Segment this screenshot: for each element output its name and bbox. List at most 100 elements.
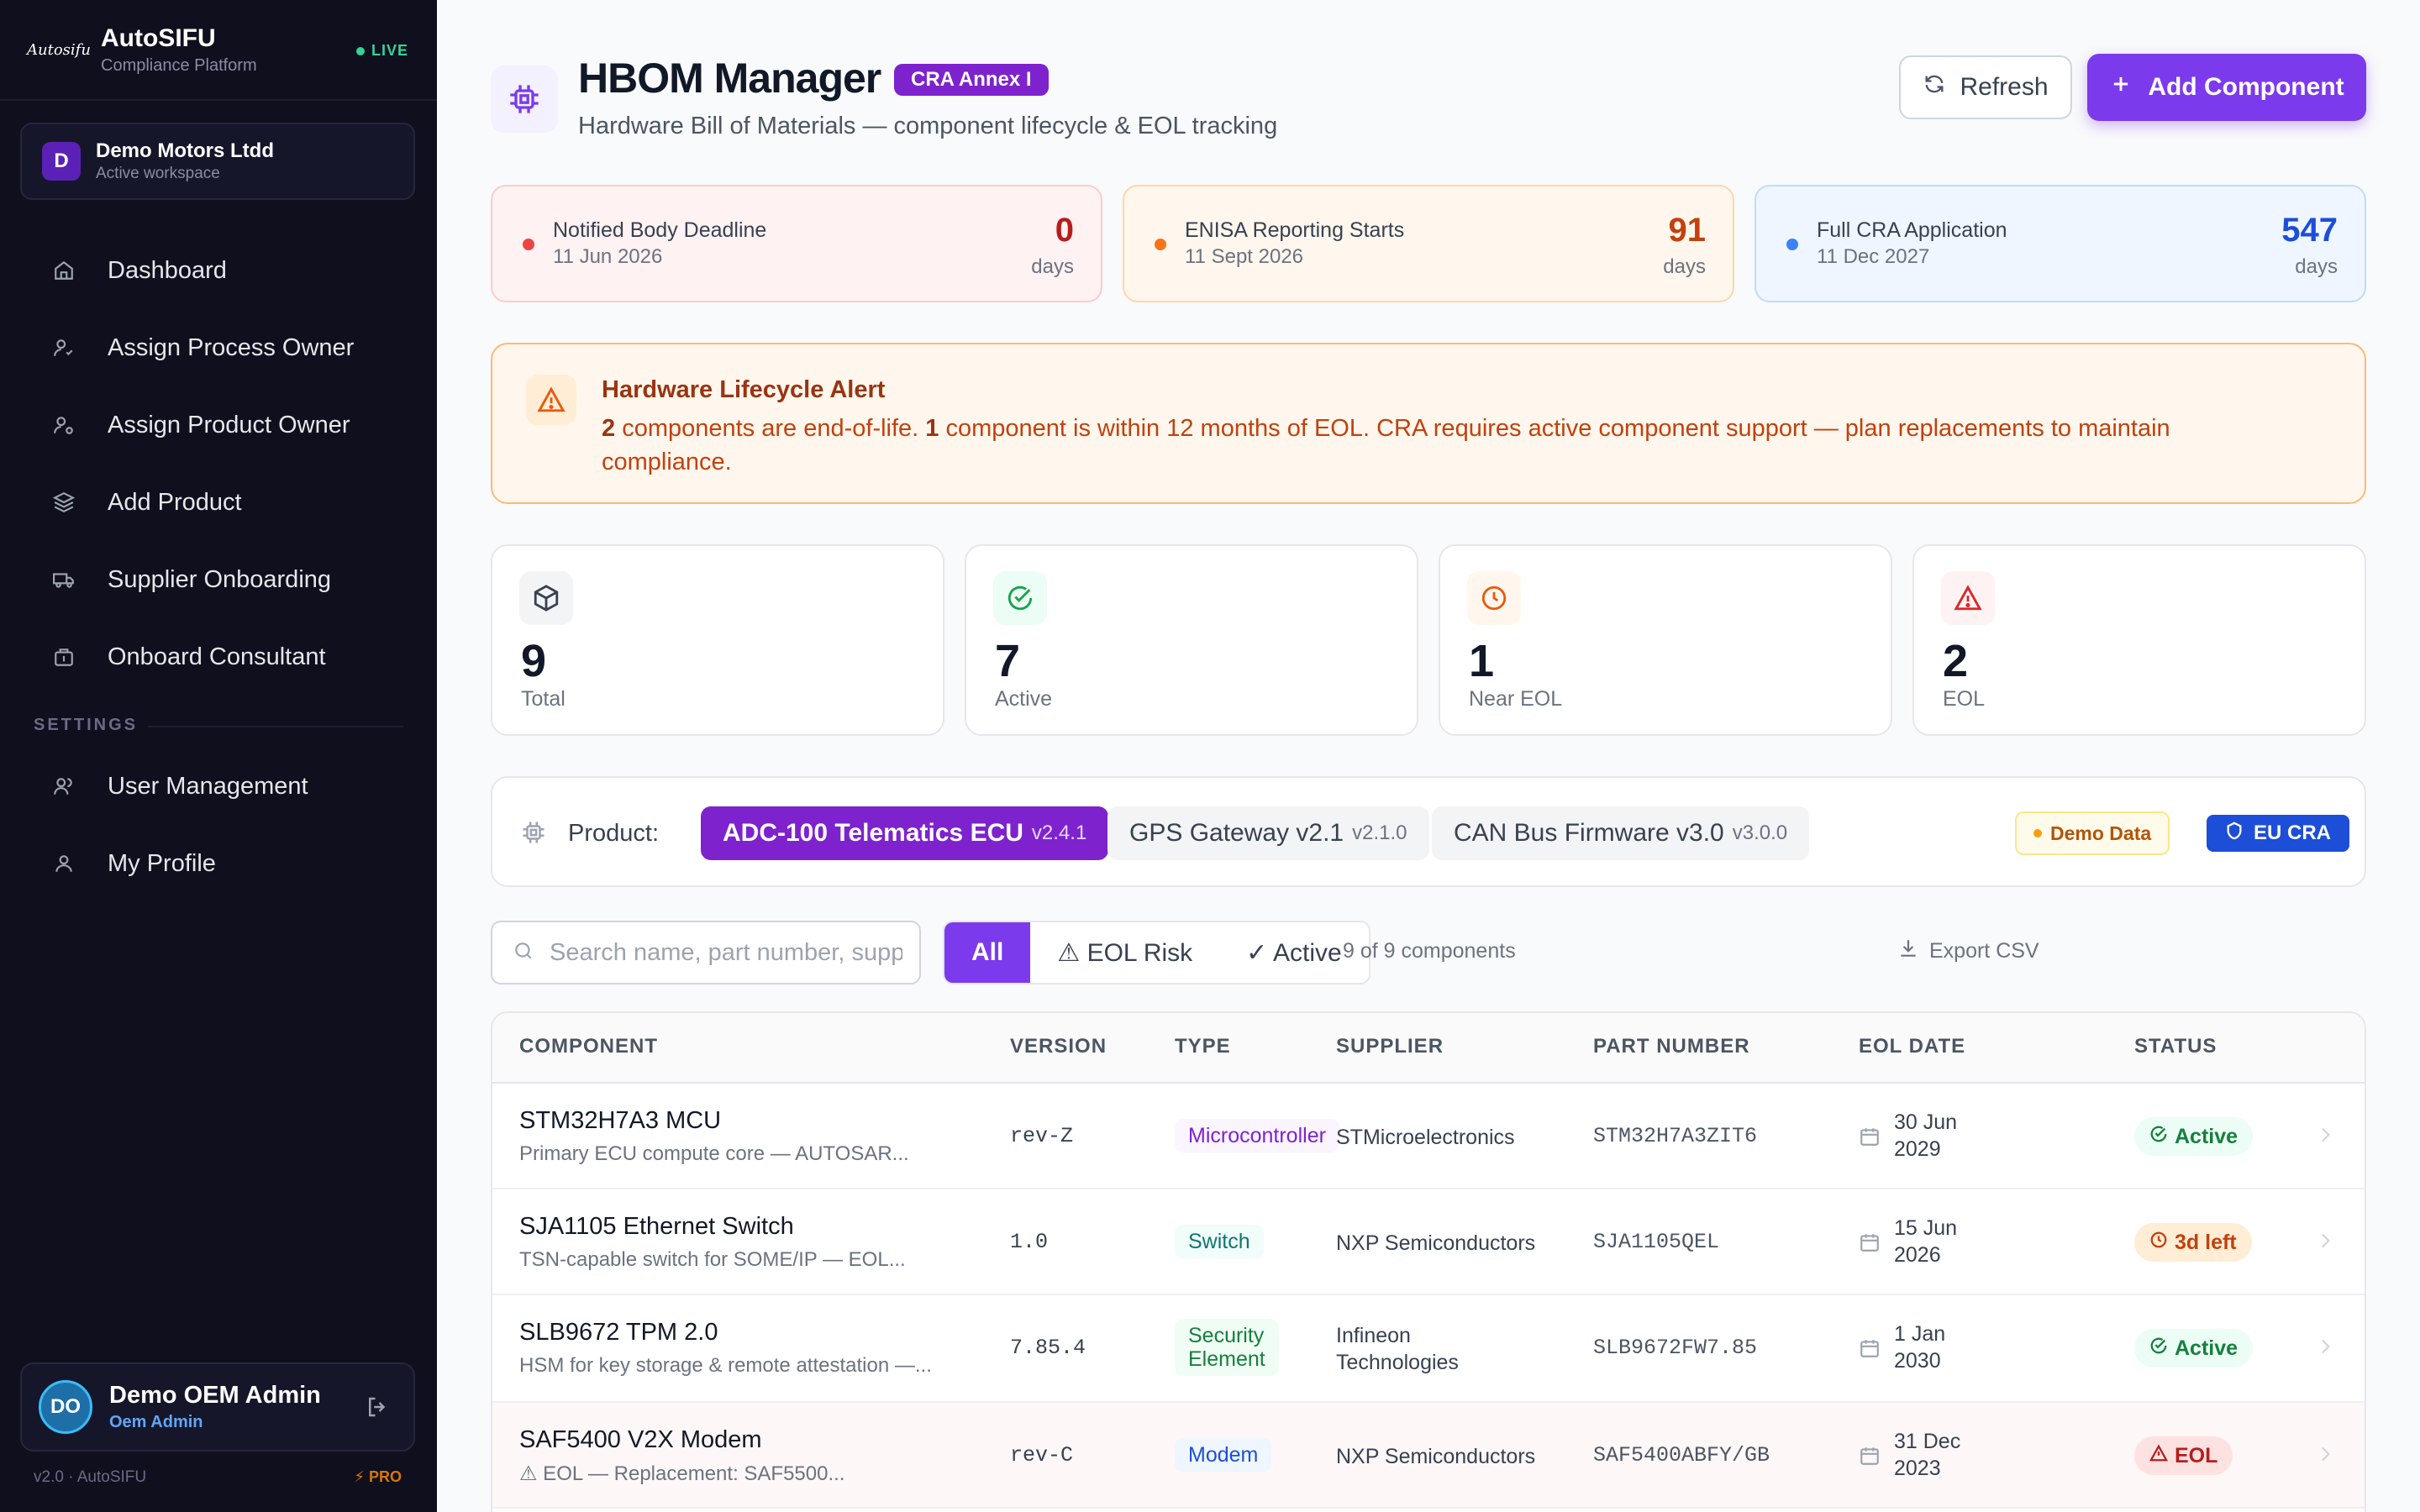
settings-section-label: SETTINGS xyxy=(34,716,139,734)
deadline-label: ENISA Reporting Starts xyxy=(1185,218,1405,242)
component-supplier: NXP Semiconductors xyxy=(1336,1231,1536,1255)
deadline-unit: days xyxy=(1663,255,1706,278)
sidebar-item-dashboard[interactable]: Dashboard xyxy=(0,232,437,309)
deadline-card-enisa: ENISA Reporting Starts 11 Sept 2026 91 d… xyxy=(1123,185,1734,302)
sidebar-item-add-product[interactable]: Add Product xyxy=(0,464,437,541)
alert-text-1: components are end-of-life. xyxy=(615,415,926,442)
product-version: v2.4.1 xyxy=(1031,822,1087,844)
component-supplier: NXP Semiconductors xyxy=(1336,1445,1536,1468)
column-header[interactable]: STATUS xyxy=(2134,1035,2217,1058)
filter-all[interactable]: All xyxy=(944,922,1031,983)
status-dot-icon xyxy=(1155,239,1166,250)
status-label: Active xyxy=(2175,1124,2238,1148)
eol-year: 2030 xyxy=(1894,1349,1941,1373)
product-chip-adc-100[interactable]: ADC-100 Telematics ECU v2.4.1 xyxy=(701,806,1109,860)
chevron-right-icon[interactable] xyxy=(2314,1443,2336,1469)
status-label: 3d left xyxy=(2175,1230,2237,1254)
chevron-right-icon[interactable] xyxy=(2314,1336,2336,1362)
column-header[interactable]: TYPE xyxy=(1175,1035,1231,1058)
settings-divider xyxy=(148,726,403,727)
sidebar-item-onboard-consultant[interactable]: Onboard Consultant xyxy=(0,618,437,696)
alert-title: Hardware Lifecycle Alert xyxy=(602,376,886,403)
chevron-right-icon[interactable] xyxy=(2314,1124,2336,1150)
brand-name: AutoSIFU xyxy=(101,24,216,52)
calendar-icon xyxy=(1859,1445,1881,1471)
chevron-right-icon[interactable] xyxy=(2314,1230,2336,1256)
user-card[interactable]: DO Demo OEM Admin Oem Admin xyxy=(20,1362,415,1452)
filter-eol-risk[interactable]: ⚠ EOL Risk xyxy=(1030,922,1219,983)
column-header[interactable]: COMPONENT xyxy=(519,1035,658,1058)
component-count: 9 of 9 components xyxy=(1343,939,1516,963)
demo-data-label: Demo Data xyxy=(2050,822,2152,844)
cra-annex-badge: CRA Annex I xyxy=(894,64,1049,96)
eol-day: 15 Jun xyxy=(1894,1216,1958,1240)
add-component-button[interactable]: Add Component xyxy=(2087,54,2366,121)
sidebar-item-label: My Profile xyxy=(108,849,216,877)
table-row[interactable]: SLB9672 TPM 2.0 HSM for key storage & re… xyxy=(492,1295,2365,1403)
logout-icon[interactable] xyxy=(365,1394,390,1424)
eu-cra-label: EU CRA xyxy=(2254,822,2332,844)
eol-day: 1 Jan xyxy=(1894,1322,1946,1346)
sidebar-item-my-profile[interactable]: My Profile xyxy=(0,825,437,902)
status-badge: EOL xyxy=(2134,1436,2233,1475)
component-part-number: SLB9672FW7.85 xyxy=(1593,1336,1758,1360)
column-header[interactable]: SUPPLIER xyxy=(1336,1035,1444,1058)
eol-date: 31 Dec 2023 xyxy=(1894,1428,1960,1482)
check-circle-icon xyxy=(993,571,1047,625)
export-csv-button[interactable]: Export CSV xyxy=(1897,937,2039,965)
live-dot-icon xyxy=(355,46,365,55)
version-label: v2.0 · AutoSIFU xyxy=(34,1468,147,1486)
table-row[interactable]: SAF5400 V2X Modem ⚠ EOL — Replacement: S… xyxy=(492,1403,2365,1509)
warning-icon xyxy=(526,375,576,425)
component-version: rev-Z xyxy=(1010,1124,1074,1148)
product-chip-can-bus[interactable]: CAN Bus Firmware v3.0 v3.0.0 xyxy=(1432,806,1810,860)
workspace-switcher[interactable]: D Demo Motors Ltdd Active workspace xyxy=(20,123,415,200)
stat-label: Active xyxy=(995,687,1053,711)
column-header[interactable]: VERSION xyxy=(1010,1035,1107,1058)
sidebar-item-label: Supplier Onboarding xyxy=(108,565,332,593)
table-row[interactable]: STM32H7A3 MCU Primary ECU compute core —… xyxy=(492,1084,2365,1189)
deadline-date: 11 Jun 2026 xyxy=(553,245,663,268)
stat-value: 7 xyxy=(995,636,1021,686)
search-input[interactable] xyxy=(550,938,902,967)
clock-icon xyxy=(1467,571,1521,625)
stat-value: 1 xyxy=(1469,636,1495,686)
sidebar-item-assign-product-owner[interactable]: Assign Product Owner xyxy=(0,386,437,464)
deadline-card-full-cra: Full CRA Application 11 Dec 2027 547 day… xyxy=(1754,185,2366,302)
component-supplier: Infineon Technologies xyxy=(1336,1322,1459,1376)
stat-card-active: 7 Active xyxy=(965,544,1418,736)
brand-logo[interactable]: Autosifu xyxy=(27,41,91,59)
pro-badge: ⚡ PRO xyxy=(354,1468,402,1485)
product-chip-gps-gateway[interactable]: GPS Gateway v2.1 v2.1.0 xyxy=(1107,806,1429,860)
stat-value: 2 xyxy=(1943,636,1969,686)
column-header[interactable]: EOL DATE xyxy=(1859,1035,1965,1058)
user-cog-icon xyxy=(50,412,77,438)
components-table: COMPONENT VERSION TYPE SUPPLIER PART NUM… xyxy=(491,1011,2366,1512)
alert-body: 2 components are end-of-life. 1 componen… xyxy=(602,412,2282,479)
sidebar: Autosifu AutoSIFU Compliance Platform LI… xyxy=(0,0,437,1512)
type-badge: Modem xyxy=(1175,1438,1272,1472)
check-circle-icon xyxy=(2149,1336,2168,1361)
avatar: DO xyxy=(39,1380,92,1434)
pro-label: PRO xyxy=(368,1468,402,1485)
component-part-number: STM32H7A3ZIT6 xyxy=(1593,1124,1758,1148)
page-title: HBOM Manager xyxy=(578,55,881,102)
box-icon xyxy=(519,571,573,625)
sidebar-item-user-management[interactable]: User Management xyxy=(0,748,437,825)
status-dot-icon xyxy=(1786,239,1798,250)
component-supplier: STMicroelectronics xyxy=(1336,1126,1515,1149)
table-row[interactable]: SJA1105 Ethernet Switch TSN-capable swit… xyxy=(492,1189,2365,1295)
search-icon xyxy=(513,940,534,966)
deadline-label: Notified Body Deadline xyxy=(553,218,767,242)
component-description: ⚠ EOL — Replacement: SAF5500... xyxy=(519,1462,845,1485)
refresh-button[interactable]: Refresh xyxy=(1899,55,2072,119)
sidebar-item-assign-process-owner[interactable]: Assign Process Owner xyxy=(0,309,437,386)
stat-label: Total xyxy=(521,687,566,711)
product-version: v3.0.0 xyxy=(1732,822,1788,844)
column-header[interactable]: PART NUMBER xyxy=(1593,1035,1750,1058)
workspace-avatar: D xyxy=(42,142,81,181)
deadline-days: 547 xyxy=(2281,212,2338,249)
user-name: Demo OEM Admin xyxy=(109,1382,321,1409)
sidebar-item-supplier-onboarding[interactable]: Supplier Onboarding xyxy=(0,541,437,618)
user-role: Oem Admin xyxy=(109,1413,203,1431)
